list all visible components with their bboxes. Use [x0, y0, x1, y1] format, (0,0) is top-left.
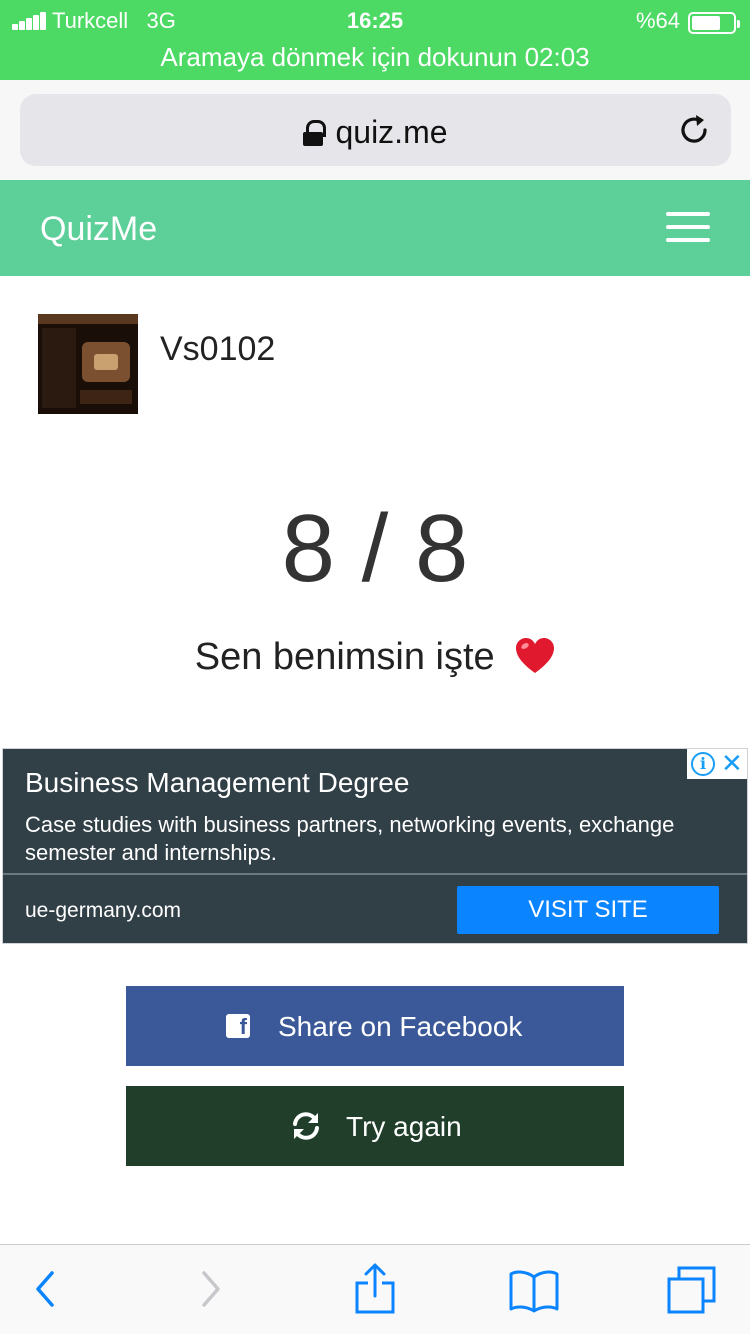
- ad-title[interactable]: Business Management Degree: [25, 767, 409, 799]
- tabs-icon[interactable]: [666, 1265, 718, 1315]
- share-on-facebook-button[interactable]: f Share on Facebook: [126, 986, 624, 1066]
- ad-choices: i ✕: [687, 749, 747, 779]
- facebook-icon: f: [226, 1014, 250, 1038]
- close-icon[interactable]: ✕: [721, 750, 743, 776]
- return-to-call-banner[interactable]: Aramaya dönmek için dokunun 02:03: [0, 42, 750, 73]
- visit-site-button[interactable]: VISIT SITE: [457, 886, 719, 934]
- avatar: [38, 314, 138, 414]
- lock-icon: [303, 120, 327, 146]
- refresh-icon: [293, 1112, 319, 1140]
- browser-toolbar: [0, 1244, 750, 1334]
- reload-icon[interactable]: [677, 112, 713, 148]
- share-icon[interactable]: [354, 1263, 396, 1315]
- chevron-left-icon[interactable]: [30, 1267, 60, 1311]
- result-message: Sen benimsin işte: [0, 636, 750, 679]
- battery-percentage: %64: [635, 8, 680, 33]
- try-again-button[interactable]: Try again: [126, 1086, 624, 1166]
- advertisement[interactable]: Business Management Degree Case studies …: [2, 748, 748, 944]
- ad-domain[interactable]: ue-germany.com: [25, 899, 181, 923]
- battery-icon: [688, 12, 740, 34]
- ad-description: Case studies with business partners, net…: [25, 812, 675, 865]
- hamburger-menu-icon[interactable]: [666, 212, 710, 242]
- address-bar[interactable]: quiz.me: [20, 94, 731, 166]
- retry-button-label: Try again: [346, 1111, 462, 1142]
- chevron-right-icon[interactable]: [196, 1267, 226, 1311]
- status-row: Turkcell 3G 16:25 %64: [0, 6, 750, 36]
- quiz-score: 8 / 8: [281, 495, 469, 602]
- ad-divider: [3, 873, 747, 875]
- info-icon[interactable]: i: [691, 752, 715, 776]
- brand-logo[interactable]: QuizMe: [40, 210, 157, 249]
- heart-icon: [516, 638, 555, 673]
- book-icon[interactable]: [508, 1269, 560, 1313]
- status-bar[interactable]: Turkcell 3G 16:25 %64 Aramaya dönmek içi…: [0, 0, 750, 80]
- browser-address-area: quiz.me: [0, 80, 750, 180]
- quiz-author-name: Vs0102: [160, 330, 276, 368]
- share-button-label: Share on Facebook: [278, 1011, 523, 1042]
- url-text: quiz.me: [335, 114, 448, 150]
- result-message-text: Sen benimsin işte: [194, 636, 495, 678]
- app-header: QuizMe: [0, 180, 750, 276]
